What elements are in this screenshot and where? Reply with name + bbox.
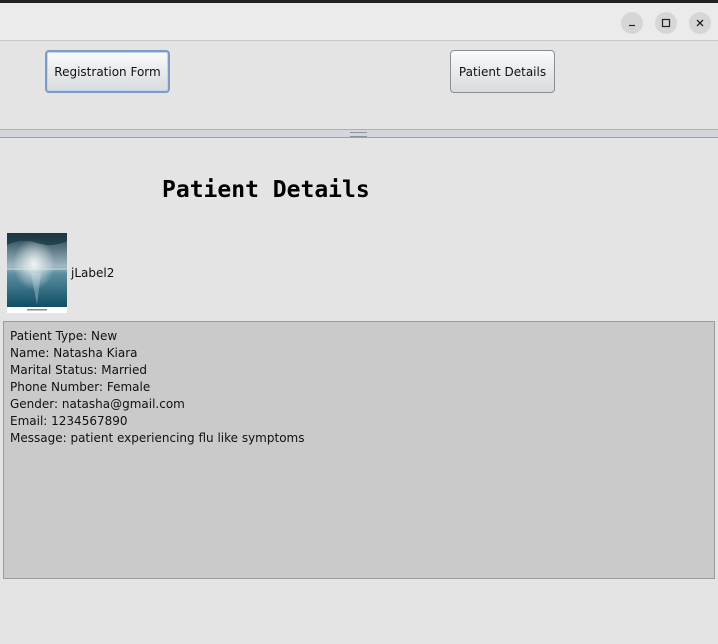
ocean-image-icon (7, 233, 67, 313)
maximize-icon (661, 18, 671, 28)
button-panel: Registration Form Patient Details (0, 41, 718, 129)
page-title: Patient Details (162, 177, 370, 203)
details-line-phone-number: Phone Number: Female (10, 380, 151, 394)
image-label-text: jLabel2 (71, 266, 115, 280)
minimize-icon (629, 24, 635, 27)
registration-form-button[interactable]: Registration Form (45, 50, 170, 93)
minimize-button[interactable] (621, 12, 643, 34)
close-button[interactable] (689, 12, 711, 34)
patient-details-button[interactable]: Patient Details (450, 50, 555, 93)
details-line-patient-type: Patient Type: New (10, 329, 118, 343)
patient-image (7, 233, 67, 313)
details-line-message: Message: patient experiencing flu like s… (10, 431, 305, 445)
maximize-button[interactable] (655, 12, 677, 34)
details-line-marital-status: Marital Status: Married (10, 363, 147, 377)
window-title-bar (0, 3, 718, 41)
close-icon (696, 19, 704, 27)
split-pane-divider[interactable] (0, 129, 718, 138)
details-line-email: Email: 1234567890 (10, 414, 128, 428)
details-line-name: Name: Natasha Kiara (10, 346, 138, 360)
divider-grip-icon[interactable] (350, 132, 367, 137)
patient-details-textarea[interactable]: Patient Type: New Name: Natasha Kiara Ma… (3, 321, 715, 579)
details-line-gender: Gender: natasha@gmail.com (10, 397, 185, 411)
